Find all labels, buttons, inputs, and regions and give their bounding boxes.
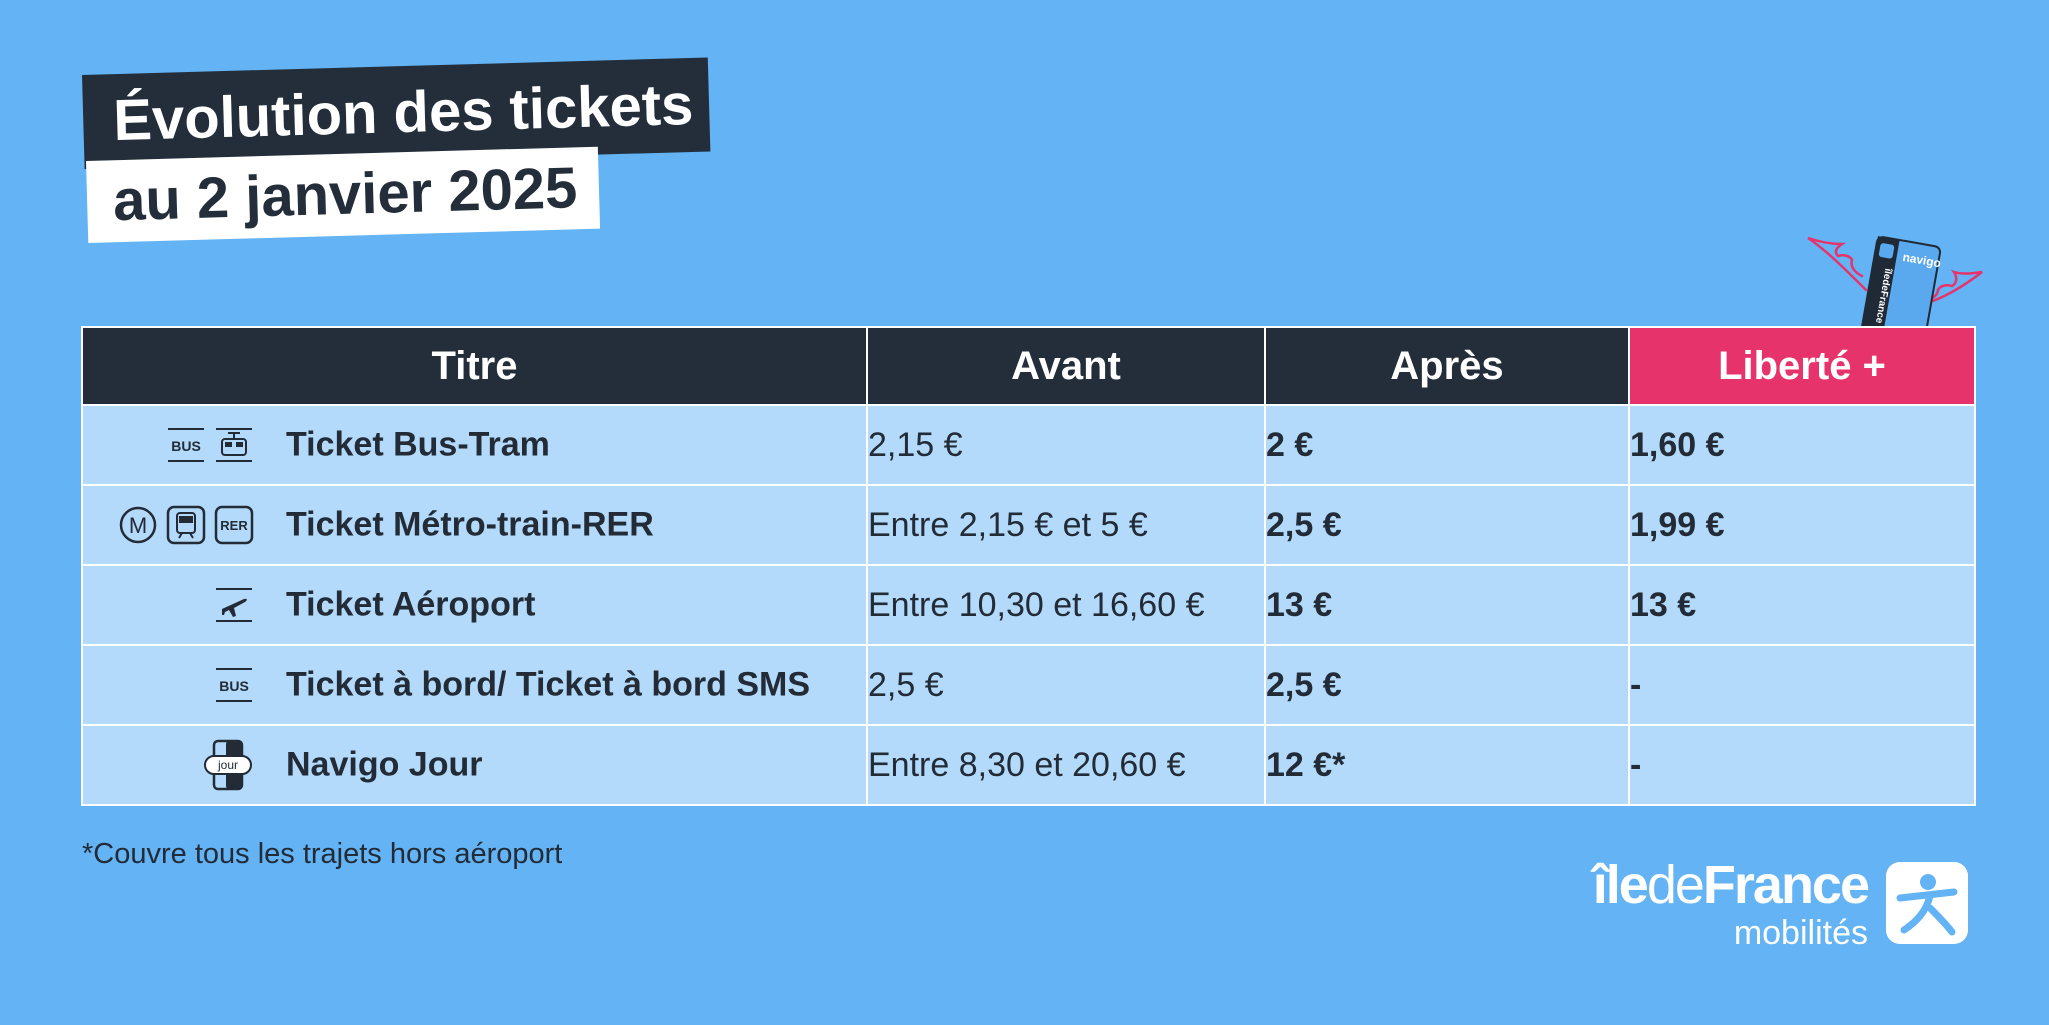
cell-apres: 13 € <box>1264 564 1630 646</box>
cell-apres: 2,5 € <box>1264 484 1630 566</box>
row-title: Ticket Aéroport <box>286 585 536 624</box>
cell-avant: Entre 2,15 € et 5 € <box>866 484 1266 566</box>
table-row: M RER Ticket Métro-train-RER Entre 2,15 … <box>81 484 1976 566</box>
cell-apres: 12 €* <box>1264 724 1630 806</box>
svg-text:jour: jour <box>217 758 238 772</box>
tram-icon <box>216 428 252 462</box>
metro-icon: M <box>119 506 157 544</box>
cell-titre: jour Navigo Jour <box>81 724 868 806</box>
cell-liberte: 1,60 € <box>1628 404 1976 486</box>
logo-main-text: îledeFrance <box>1592 855 1870 915</box>
table-row: Ticket Aéroport Entre 10,30 et 16,60 € 1… <box>81 564 1976 646</box>
table-row: jour Navigo Jour Entre 8,30 et 20,60 € 1… <box>81 724 1976 806</box>
logo-subtext: mobilités <box>1733 914 1868 952</box>
cell-titre: M RER Ticket Métro-train-RER <box>81 484 868 566</box>
rer-icon: RER <box>214 505 254 545</box>
svg-text:M: M <box>129 513 147 538</box>
cell-liberte: 13 € <box>1628 564 1976 646</box>
navigo-jour-icon: jour <box>204 739 252 791</box>
bus-icon: BUS <box>168 428 204 462</box>
header-avant: Avant <box>866 326 1266 406</box>
header-apres: Après <box>1264 326 1630 406</box>
cell-avant: Entre 8,30 et 20,60 € <box>866 724 1266 806</box>
fares-table: Titre Avant Après Liberté + BUS Ticket B… <box>81 326 1976 806</box>
title-line-2: au 2 janvier 2025 <box>86 146 601 243</box>
table-header-row: Titre Avant Après Liberté + <box>81 326 1976 406</box>
cell-titre: BUS Ticket Bus-Tram <box>81 404 868 486</box>
cell-apres: 2 € <box>1264 404 1630 486</box>
cell-titre: BUS Ticket à bord/ Ticket à bord SMS <box>81 644 868 726</box>
svg-text:BUS: BUS <box>219 678 249 694</box>
svg-text:BUS: BUS <box>171 438 201 454</box>
header-liberte: Liberté + <box>1628 326 1976 406</box>
cell-avant: 2,5 € <box>866 644 1266 726</box>
table-row: BUS Ticket à bord/ Ticket à bord SMS 2,5… <box>81 644 1976 726</box>
table-row: BUS Ticket Bus-Tram 2,15 € 2 € 1,60 € <box>81 404 1976 486</box>
cell-titre: Ticket Aéroport <box>81 564 868 646</box>
header-titre: Titre <box>81 326 868 406</box>
cell-liberte: - <box>1628 644 1976 726</box>
ile-de-france-mobilites-logo: îledeFrance mobilités <box>1556 855 1968 952</box>
cell-avant: 2,15 € <box>866 404 1266 486</box>
row-title: Ticket Bus-Tram <box>286 425 550 464</box>
cell-apres: 2,5 € <box>1264 644 1630 726</box>
svg-text:RER: RER <box>220 518 248 533</box>
row-title: Navigo Jour <box>286 745 483 784</box>
footnote: *Couvre tous les trajets hors aéroport <box>82 838 563 870</box>
cell-liberte: - <box>1628 724 1976 806</box>
cell-liberte: 1,99 € <box>1628 484 1976 566</box>
airplane-icon <box>216 588 252 622</box>
train-icon <box>166 505 206 545</box>
cell-avant: Entre 10,30 et 16,60 € <box>866 564 1266 646</box>
person-symbol-icon <box>1886 862 1968 944</box>
bus-icon: BUS <box>216 668 252 702</box>
row-title: Ticket à bord/ Ticket à bord SMS <box>286 665 810 704</box>
row-title: Ticket Métro-train-RER <box>286 505 654 544</box>
